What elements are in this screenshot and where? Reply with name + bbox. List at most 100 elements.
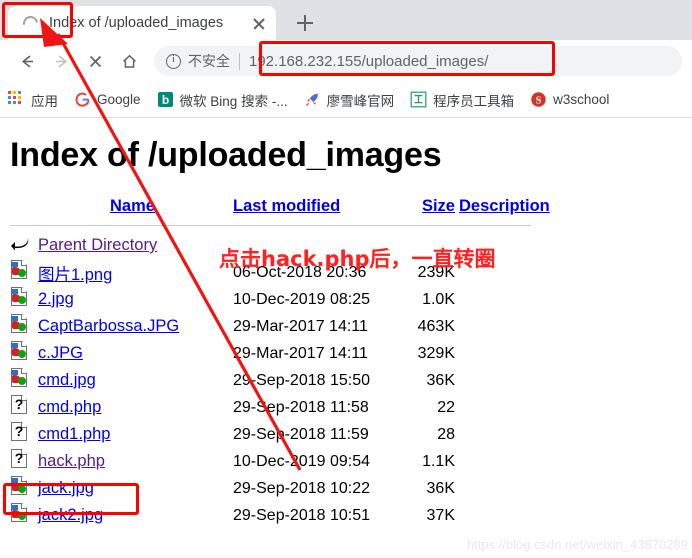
table-row: cmd.jpg 29-Sep-2018 15:50 36K <box>10 367 459 394</box>
table-row: Parent Directory <box>10 232 459 259</box>
row-name-cell: cmd.jpg <box>38 367 233 394</box>
row-icon-cell <box>10 367 38 394</box>
file-link[interactable]: cmd.jpg <box>38 371 96 389</box>
home-icon[interactable] <box>112 44 146 78</box>
bookmark-devtools[interactable]: 程序员工具箱 <box>410 90 514 110</box>
header-divider <box>10 225 531 226</box>
row-icon-cell: ? <box>10 394 38 421</box>
file-link[interactable]: jack2.jpg <box>38 506 103 524</box>
file-link[interactable]: CaptBarbossa.JPG <box>38 317 179 335</box>
file-link[interactable]: cmd.php <box>38 398 101 416</box>
bookmark-w3school[interactable]: S w3school <box>530 91 609 108</box>
row-size-cell: 463K <box>417 317 455 335</box>
table-row: 图片1.png 06-Oct-2018 20:36 239K <box>10 259 459 286</box>
file-link[interactable]: c.JPG <box>38 344 83 362</box>
file-link[interactable]: 2.jpg <box>38 290 74 308</box>
table-row: CaptBarbossa.JPG 29-Mar-2017 14:11 463K <box>10 313 459 340</box>
directory-listing: Name Last modified Size Description Pare… <box>10 197 682 529</box>
row-icon-cell <box>10 232 38 259</box>
sort-by-description-link[interactable]: Description <box>459 197 550 215</box>
spinner-icon <box>22 15 39 32</box>
bookmarks-bar: 应用 Google b 微软 Bing 搜索 -... 廖雪峰官网 程序员工具箱… <box>0 82 692 118</box>
row-modified-cell: 29-Sep-2018 11:59 <box>233 425 369 443</box>
row-size-cell: 22 <box>437 398 455 416</box>
row-modified-cell: 29-Sep-2018 10:51 <box>233 506 370 524</box>
table-row: jack2.jpg 29-Sep-2018 10:51 37K <box>10 502 459 529</box>
row-modified-cell: 29-Sep-2018 10:22 <box>233 479 370 497</box>
image-file-icon <box>10 367 30 389</box>
image-file-icon <box>10 286 30 308</box>
rocket-icon <box>304 91 321 108</box>
table-row: c.JPG 29-Mar-2017 14:11 329K <box>10 340 459 367</box>
page-title: Index of /uploaded_images <box>10 136 442 174</box>
close-icon[interactable] <box>248 12 270 34</box>
row-icon-cell <box>10 286 38 313</box>
bookmark-liaoxuefeng[interactable]: 廖雪峰官网 <box>304 90 395 110</box>
row-size-cell: 37K <box>426 506 455 524</box>
new-tab-button[interactable] <box>290 8 320 38</box>
toolbox-icon <box>410 91 427 108</box>
row-modified-cell: 29-Mar-2017 14:11 <box>233 317 368 335</box>
info-circle-icon[interactable] <box>166 53 181 69</box>
back-arrow-icon[interactable] <box>10 44 44 78</box>
sort-by-modified-link[interactable]: Last modified <box>233 197 340 215</box>
header-name-cell: Name <box>38 197 233 225</box>
row-size-cell: 239K <box>417 263 455 281</box>
parent-directory-link[interactable]: Parent Directory <box>38 236 157 254</box>
header-description-cell: Description <box>459 197 550 225</box>
row-name-cell: jack.jpg <box>38 475 233 502</box>
row-name-cell: 2.jpg <box>38 286 233 313</box>
header-icon-cell <box>10 197 38 225</box>
directory-rows: Parent Directory 图片1.png 06-Oct-2018 20:36… <box>10 232 459 529</box>
row-size-cell: 1.1K <box>422 452 455 470</box>
browser-tab[interactable]: Index of /uploaded_images <box>8 6 276 40</box>
image-file-icon <box>10 340 30 362</box>
file-link[interactable]: cmd1.php <box>38 425 110 443</box>
row-icon-cell: ? <box>10 421 38 448</box>
bookmark-apps[interactable]: 应用 <box>8 90 58 110</box>
row-icon-cell <box>10 475 38 502</box>
svg-text:S: S <box>536 96 542 107</box>
table-row: jack.jpg 29-Sep-2018 10:22 36K <box>10 475 459 502</box>
row-icon-cell <box>10 340 38 367</box>
watermark: https://blog.csdn.net/weixin_43870289 <box>466 537 688 552</box>
file-link[interactable]: 图片1.png <box>38 266 112 284</box>
file-link[interactable]: hack.php <box>38 452 105 470</box>
row-modified-cell: 29-Sep-2018 11:58 <box>233 398 369 416</box>
bookmark-bing[interactable]: b 微软 Bing 搜索 -... <box>157 90 288 110</box>
row-modified-cell <box>233 232 401 259</box>
unknown-file-icon: ? <box>10 448 30 470</box>
directory-table: Name Last modified Size Description <box>10 197 550 225</box>
header-size-cell: Size <box>401 197 459 225</box>
bing-b-icon: b <box>157 91 174 108</box>
row-modified-cell: 10-Dec-2019 09:54 <box>233 452 370 470</box>
address-bar[interactable]: 不安全 192.168.232.155/uploaded_images/ <box>154 46 682 76</box>
unknown-file-icon: ? <box>10 421 30 443</box>
tab-title: Index of /uploaded_images <box>49 15 224 31</box>
row-modified-cell: 10-Dec-2019 08:25 <box>233 290 370 308</box>
omnibox-divider <box>239 52 240 70</box>
url-text[interactable]: 192.168.232.155/uploaded_images/ <box>249 53 488 70</box>
row-size-cell: 36K <box>426 371 455 389</box>
row-size-cell: 329K <box>417 344 455 362</box>
sort-by-size-link[interactable]: Size <box>422 197 455 215</box>
stop-x-icon[interactable] <box>78 44 112 78</box>
image-file-icon <box>10 259 30 281</box>
sort-by-name-link[interactable]: Name <box>110 197 155 215</box>
table-header-row: Name Last modified Size Description <box>10 197 550 225</box>
table-row: ? cmd.php 29-Sep-2018 11:58 22 <box>10 394 459 421</box>
row-size-cell: 36K <box>426 479 455 497</box>
file-link[interactable]: jack.jpg <box>38 479 94 497</box>
row-name-cell: jack2.jpg <box>38 502 233 529</box>
row-icon-cell <box>10 502 38 529</box>
security-status-label: 不安全 <box>188 53 230 69</box>
apps-grid-icon <box>8 91 25 108</box>
unknown-file-icon: ? <box>10 394 30 416</box>
bookmark-label: 廖雪峰官网 <box>326 93 395 109</box>
row-icon-cell <box>10 259 38 286</box>
directory-index-page: Index of /uploaded_images Name Last modi… <box>0 118 692 558</box>
row-modified-cell: 29-Sep-2018 15:50 <box>233 371 370 389</box>
bookmark-google[interactable]: Google <box>74 91 141 108</box>
forward-arrow-icon[interactable] <box>44 44 78 78</box>
table-row: 2.jpg 10-Dec-2019 08:25 1.0K <box>10 286 459 313</box>
